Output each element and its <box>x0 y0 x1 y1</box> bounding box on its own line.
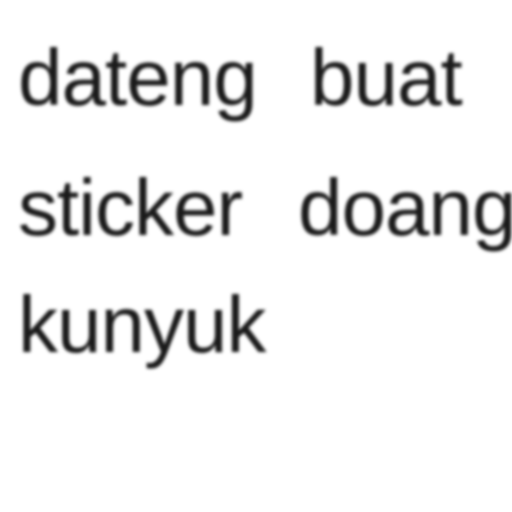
word-buat: buat <box>310 33 463 122</box>
word-kunyuk: kunyuk <box>18 280 266 369</box>
text-image: dateng buat sticker doang kunyuk <box>0 0 512 512</box>
word-doang: doang <box>298 163 512 252</box>
word-sticker: sticker <box>18 163 243 252</box>
word-dateng: dateng <box>18 33 258 122</box>
